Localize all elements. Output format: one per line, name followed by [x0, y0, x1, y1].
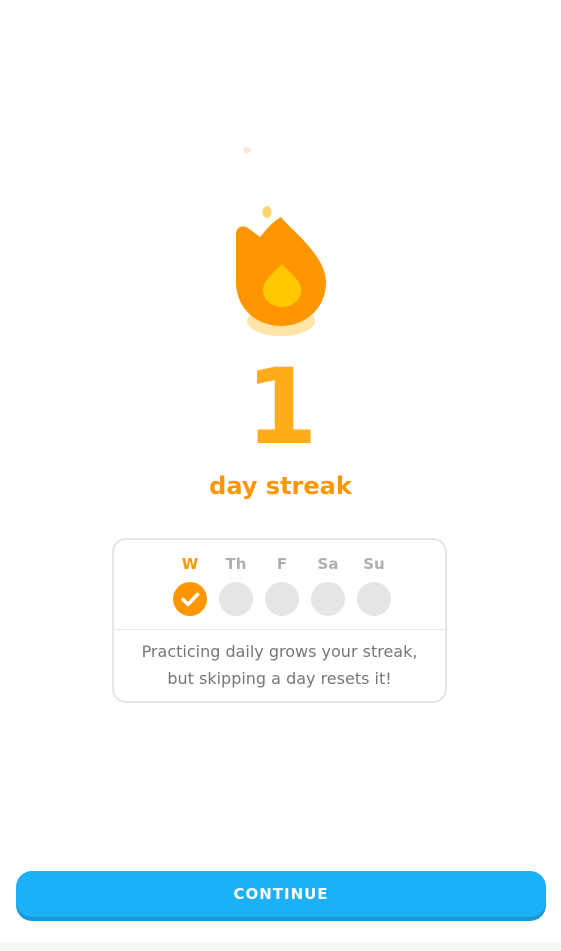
- bottom-strip: [0, 943, 561, 951]
- streak-screen: 1 day streak W Th F Sa Su Practicing dai…: [0, 0, 561, 951]
- day-saturday: Sa: [308, 554, 348, 616]
- day-pending-indicator: [311, 582, 345, 616]
- day-label: W: [181, 555, 199, 573]
- day-label: F: [276, 555, 288, 573]
- week-progress-card: W Th F Sa Su Practicing daily grows your…: [112, 538, 447, 703]
- streak-label: day streak: [209, 472, 352, 500]
- day-completed-indicator: [173, 582, 207, 616]
- streak-count: 1: [245, 346, 317, 468]
- day-pending-indicator: [219, 582, 253, 616]
- day-sunday: Su: [354, 554, 394, 616]
- spark-particle: [243, 147, 251, 153]
- day-pending-indicator: [265, 582, 299, 616]
- checkmark-icon: [181, 592, 200, 607]
- week-days: W Th F Sa Su: [114, 554, 445, 636]
- day-thursday: Th: [216, 554, 256, 616]
- day-pending-indicator: [357, 582, 391, 616]
- day-label: Sa: [317, 555, 339, 573]
- day-label: Th: [225, 555, 247, 573]
- day-wednesday: W: [170, 554, 210, 616]
- fire-icon: [236, 206, 326, 336]
- streak-message-line-1: Practicing daily grows your streak,: [141, 642, 418, 661]
- day-friday: F: [262, 554, 302, 616]
- card-divider: [114, 629, 445, 630]
- day-label: Su: [363, 555, 385, 573]
- streak-message-line-2: but skipping a day resets it!: [167, 669, 392, 688]
- continue-button[interactable]: CONTINUE: [16, 871, 546, 917]
- streak-message: Practicing daily grows your streak, but …: [114, 638, 445, 692]
